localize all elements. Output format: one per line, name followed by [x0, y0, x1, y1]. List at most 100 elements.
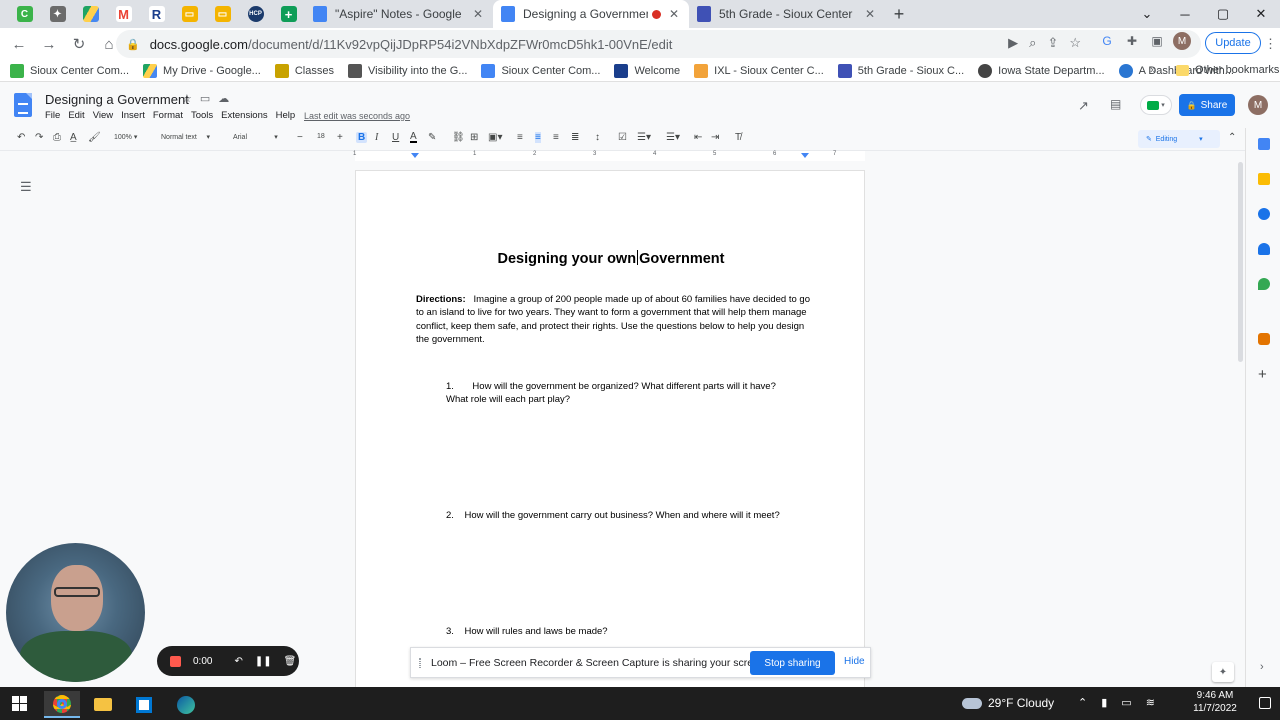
ruler-track[interactable]: 1 1 2 3 4 5 6 7: [353, 151, 865, 161]
back-button[interactable]: ←: [6, 31, 32, 57]
explore-icon[interactable]: ✦: [1212, 662, 1234, 682]
link-icon[interactable]: ⛓: [452, 132, 465, 143]
comment-history-icon[interactable]: ▤: [1110, 97, 1121, 111]
align-right-icon[interactable]: ≡: [553, 132, 559, 143]
close-icon[interactable]: ✕: [667, 7, 681, 21]
menu-tools[interactable]: Tools: [191, 110, 213, 121]
reload-button[interactable]: ↻: [66, 31, 92, 57]
move-folder-icon[interactable]: ▭: [200, 92, 210, 105]
document-page[interactable]: Designing your own Government Directions:…: [355, 170, 865, 687]
bookmark-item[interactable]: 5th Grade - Sioux C...: [837, 63, 964, 78]
hide-menus-icon[interactable]: ⌃: [1228, 132, 1236, 143]
bookmark-item[interactable]: Iowa State Departm...: [978, 63, 1105, 78]
align-center-icon[interactable]: ≡: [535, 132, 541, 143]
highlight-icon[interactable]: ✎: [428, 132, 436, 143]
pinned-tab-slides-1[interactable]: ▭: [173, 0, 206, 28]
tab-designing-government[interactable]: Designing a Government - G ✕: [493, 0, 689, 28]
chrome-taskbar-icon[interactable]: [44, 691, 80, 718]
account-avatar[interactable]: M: [1248, 95, 1268, 115]
activity-dashboard-icon[interactable]: ↗: [1078, 98, 1089, 114]
wifi-icon[interactable]: ≋: [1146, 696, 1155, 709]
left-indent-marker[interactable]: [411, 153, 419, 158]
font-select[interactable]: Arial ▾: [233, 133, 278, 141]
bookmark-item[interactable]: Visibility into the G...: [347, 63, 467, 78]
bold-button[interactable]: B: [356, 132, 368, 143]
style-select[interactable]: Normal text ▾: [161, 133, 210, 141]
undo-icon[interactable]: ↶: [17, 132, 25, 143]
tab-aspire-notes[interactable]: "Aspire" Notes - Google Docs ✕: [305, 0, 493, 28]
pinned-tab-c[interactable]: C: [8, 0, 41, 28]
justify-icon[interactable]: ≣: [571, 132, 579, 143]
right-indent-marker[interactable]: [801, 153, 809, 158]
forward-button[interactable]: →: [36, 31, 62, 57]
question-1[interactable]: 1. How will the government be organized?…: [446, 380, 776, 393]
line-spacing-icon[interactable]: ↕: [595, 132, 600, 143]
redo-icon[interactable]: ↷: [35, 132, 43, 143]
add-comment-icon[interactable]: ⊞: [470, 132, 478, 143]
chevron-right-icon[interactable]: ›: [1260, 661, 1264, 673]
profile-avatar[interactable]: M: [1173, 32, 1191, 50]
decrease-indent-icon[interactable]: ⇤: [694, 132, 702, 143]
update-button[interactable]: Update: [1205, 32, 1261, 54]
bookmark-item[interactable]: My Drive - Google...: [143, 63, 261, 78]
numbered-list-icon[interactable]: ☰▾: [666, 132, 680, 143]
zoom-select[interactable]: 100% ▾: [114, 133, 137, 141]
file-explorer-taskbar-icon[interactable]: [85, 691, 121, 718]
bookmark-item[interactable]: IXL - Sioux Center C...: [694, 63, 824, 78]
decrease-font-size-button[interactable]: −: [297, 132, 303, 143]
tasks-icon[interactable]: [1258, 208, 1270, 220]
webcam-bubble[interactable]: [6, 543, 145, 682]
google-docs-logo-icon[interactable]: [14, 93, 32, 117]
insert-image-icon[interactable]: ▣▾: [488, 132, 502, 143]
delete-recording-icon[interactable]: 🗑: [284, 656, 297, 667]
clear-formatting-icon[interactable]: T̸: [735, 132, 741, 143]
star-icon[interactable]: ☆: [182, 92, 192, 105]
increase-font-size-button[interactable]: +: [337, 132, 343, 143]
paint-format-icon[interactable]: 🖌: [88, 132, 101, 143]
notifications-icon[interactable]: [1259, 697, 1271, 709]
directions-paragraph[interactable]: Directions: Imagine a group of 200 peopl…: [416, 293, 811, 347]
share-button[interactable]: 🔒 Share: [1179, 94, 1235, 116]
question-1-continued[interactable]: What role will each part play?: [446, 393, 570, 406]
bookmark-item[interactable]: Welcome: [614, 63, 680, 78]
store-taskbar-icon[interactable]: [126, 691, 162, 718]
pinned-tab-r[interactable]: R: [140, 0, 173, 28]
tab-5th-grade[interactable]: 5th Grade - Sioux Center ✕: [689, 0, 885, 28]
pinned-tab-sheets[interactable]: +: [272, 0, 305, 28]
weather-widget[interactable]: 29°F Cloudy: [962, 696, 1054, 710]
pinned-tab-gmail[interactable]: M: [107, 0, 140, 28]
menu-view[interactable]: View: [93, 110, 113, 121]
last-edit-link[interactable]: Last edit was seconds ago: [304, 111, 410, 121]
taskbar-clock[interactable]: 9:46 AM 11/7/2022: [1180, 689, 1250, 715]
spellcheck-icon[interactable]: A̲: [70, 132, 77, 143]
new-tab-button[interactable]: +: [885, 0, 913, 28]
question-2[interactable]: 2. How will the government carry out bus…: [446, 509, 780, 522]
bookmark-star-icon[interactable]: ☆: [1069, 35, 1081, 51]
pinned-tab-drive[interactable]: [74, 0, 107, 28]
menu-insert[interactable]: Insert: [121, 110, 145, 121]
addon-icon[interactable]: [1258, 333, 1270, 345]
bookmark-item[interactable]: Sioux Center Com...: [481, 63, 600, 78]
text-color-button[interactable]: A: [410, 132, 417, 143]
underline-button[interactable]: U: [392, 132, 399, 143]
share-page-icon[interactable]: ⇪: [1047, 35, 1058, 51]
question-3[interactable]: 3. How will rules and laws be made?: [446, 625, 608, 638]
keep-icon[interactable]: [1258, 173, 1270, 185]
checklist-icon[interactable]: ☑: [618, 132, 627, 143]
edge-taskbar-icon[interactable]: [168, 691, 204, 718]
close-icon[interactable]: ✕: [471, 7, 485, 21]
extensions-puzzle-icon[interactable]: ✚: [1123, 32, 1141, 50]
camera-icon[interactable]: ▶: [1008, 35, 1018, 51]
increase-indent-icon[interactable]: ⇥: [711, 132, 719, 143]
menu-extensions[interactable]: Extensions: [221, 110, 267, 121]
maps-icon[interactable]: [1258, 278, 1270, 290]
maximize-button[interactable]: ▢: [1204, 0, 1242, 28]
show-hidden-icons-chevron[interactable]: ⌃: [1078, 696, 1087, 709]
tab-search-icon[interactable]: ⌄: [1128, 0, 1166, 28]
contacts-icon[interactable]: [1258, 243, 1270, 255]
stop-sharing-button[interactable]: Stop sharing: [750, 651, 835, 675]
hide-banner-button[interactable]: Hide: [844, 656, 865, 667]
font-size-input[interactable]: 18: [317, 133, 325, 140]
windows-start-icon[interactable]: [12, 696, 27, 711]
minimize-button[interactable]: ─: [1166, 0, 1204, 28]
